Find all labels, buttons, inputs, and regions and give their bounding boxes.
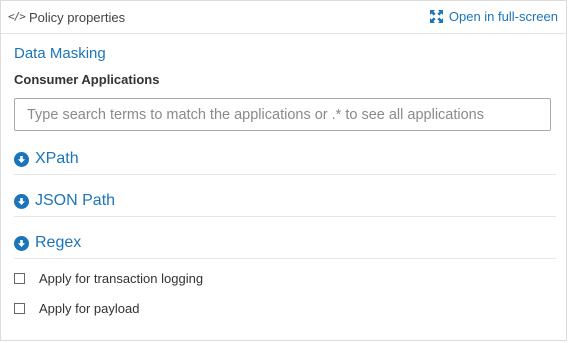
policy-properties-panel: </> Policy properties Open in full-scree…	[0, 0, 567, 341]
circle-arrow-down-icon	[14, 235, 29, 251]
open-full-screen-label[interactable]: Open in full-screen	[449, 9, 558, 24]
applications-search-input[interactable]	[14, 98, 551, 131]
circle-arrow-down-icon	[14, 151, 29, 167]
panel-header: </> Policy properties Open in full-scree…	[1, 1, 566, 34]
policy-body: Data Masking Consumer Applications XPath…	[1, 34, 566, 340]
transaction-logging-checkbox[interactable]	[14, 272, 25, 284]
accordion-xpath[interactable]: XPath	[14, 144, 556, 175]
panel-title: Policy properties	[29, 10, 126, 25]
consumer-applications-label: Consumer Applications	[14, 72, 160, 87]
accordion-label-xpath: XPath	[35, 150, 79, 167]
section-title: Data Masking	[14, 45, 106, 62]
option-transaction-logging[interactable]: Apply for transaction logging	[14, 269, 203, 287]
accordion-label-regex: Regex	[35, 234, 82, 251]
transaction-logging-label: Apply for transaction logging	[39, 270, 204, 286]
accordion-json-path[interactable]: JSON Path	[14, 186, 556, 217]
payload-checkbox[interactable]	[14, 302, 25, 314]
expand-arrows-icon	[429, 10, 443, 23]
accordion-regex[interactable]: Regex	[14, 228, 556, 259]
open-full-screen-link[interactable]: Open in full-screen	[429, 9, 558, 24]
payload-label: Apply for payload	[39, 300, 140, 316]
option-payload[interactable]: Apply for payload	[14, 299, 139, 317]
code-icon: </>	[8, 10, 26, 23]
circle-arrow-down-icon	[14, 193, 29, 209]
accordion-label-json-path: JSON Path	[35, 192, 116, 209]
